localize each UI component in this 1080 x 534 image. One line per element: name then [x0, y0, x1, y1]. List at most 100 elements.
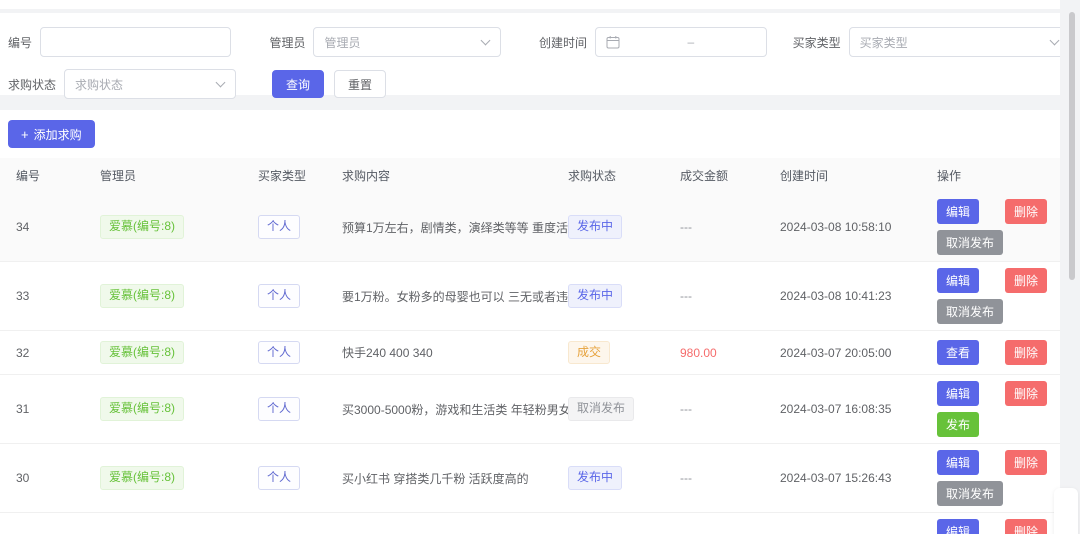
- delete-button[interactable]: 删除: [1005, 519, 1047, 534]
- col-header-admin: 管理员: [100, 158, 258, 193]
- view-button[interactable]: 查看: [937, 340, 979, 365]
- cell-actions: 编辑 删除取消发布: [937, 444, 1055, 512]
- admin-tag: 爱慕(编号:8): [100, 284, 184, 308]
- cell-created: 2024-03-07 16:08:35: [780, 396, 937, 422]
- col-header-created: 创建时间: [780, 158, 937, 193]
- cell-actions: 编辑 删除发布: [937, 375, 1055, 443]
- cell-actions: 编辑 删除取消发布: [937, 262, 1055, 330]
- cell-content: 预算1万左右，剧情类，演绎类等等 重度活跃...: [342, 213, 568, 242]
- floating-widget[interactable]: [1054, 488, 1078, 534]
- buyer-type-select[interactable]: 买家类型: [849, 27, 1070, 57]
- page-gutter: [1060, 0, 1080, 534]
- daterange-separator: –: [626, 35, 756, 49]
- cell-amount: 980.00: [680, 340, 780, 366]
- status-tag: 取消发布: [568, 397, 634, 421]
- col-header-content: 求购内容: [342, 158, 568, 193]
- unpublish-button[interactable]: 取消发布: [937, 299, 1003, 324]
- cell-created: 2024-03-08 10:58:10: [780, 214, 937, 240]
- created-daterange[interactable]: –: [595, 27, 767, 57]
- cell-created: 2024-03-07 15:26:43: [780, 465, 937, 491]
- number-input[interactable]: [41, 28, 230, 56]
- buyer-type-tag: 个人: [258, 284, 300, 308]
- table-body: 34 爱慕(编号:8) 个人 预算1万左右，剧情类，演绎类等等 重度活跃... …: [0, 193, 1060, 534]
- purchase-request-admin-page: 编号 管理员 管理员 创建时间 – 买家类型 买家类: [0, 0, 1080, 534]
- cell-actions: 编辑 删除取消发布: [937, 193, 1055, 261]
- status-select-placeholder: 求购状态: [75, 76, 123, 93]
- cell-amount: ---: [680, 396, 780, 422]
- unpublish-button[interactable]: 取消发布: [937, 481, 1003, 506]
- plus-icon: +: [21, 128, 29, 141]
- buyer-type-label: 买家类型: [793, 34, 841, 51]
- table-header: 编号 管理员 买家类型 求购内容 求购状态 成交金额 创建时间 操作: [0, 158, 1060, 193]
- cell-content: 快手240 400 340: [342, 338, 568, 367]
- buyer-type-tag: 个人: [258, 466, 300, 490]
- buyer-type-tag: 个人: [258, 215, 300, 239]
- delete-button[interactable]: 删除: [1005, 340, 1047, 365]
- edit-button[interactable]: 编辑: [937, 450, 979, 475]
- cell-actions: 查看 删除: [937, 334, 1055, 371]
- cell-amount: ---: [680, 465, 780, 491]
- top-strip: [0, 0, 1074, 9]
- number-label: 编号: [8, 34, 32, 51]
- status-tag: 发布中: [568, 215, 622, 239]
- cell-content: 买3000-5000粉，游戏和生活类 年轻粉男女平等: [342, 395, 568, 424]
- cell-content: 买小红书 穿搭类几千粉 活跃度高的: [342, 464, 568, 493]
- col-header-status: 求购状态: [568, 158, 680, 193]
- status-label: 求购状态: [8, 76, 56, 93]
- cell-content: 要1万粉。女粉多的母婴也可以 三无或者违规...: [342, 282, 568, 311]
- edit-button[interactable]: 编辑: [937, 268, 979, 293]
- toolbar: + 添加求购: [0, 118, 1060, 158]
- cell-actions: 编辑删除发布: [937, 513, 1055, 534]
- reset-button[interactable]: 重置: [334, 70, 386, 98]
- calendar-icon: [606, 35, 620, 49]
- edit-button[interactable]: 编辑: [937, 519, 979, 534]
- chevron-down-icon: [216, 78, 226, 88]
- cell-amount: ---: [680, 283, 780, 309]
- cell-id: 32: [16, 340, 100, 366]
- publish-button[interactable]: 发布: [937, 412, 979, 437]
- table-row: 30 爱慕(编号:8) 个人 买小红书 穿搭类几千粉 活跃度高的 发布中 ---…: [0, 444, 1060, 513]
- col-header-amount: 成交金额: [680, 158, 780, 193]
- cell-id: 31: [16, 396, 100, 422]
- admin-select[interactable]: 管理员: [313, 27, 501, 57]
- admin-tag: 爱慕(编号:8): [100, 466, 184, 490]
- col-header-buyer-type: 买家类型: [258, 158, 342, 193]
- admin-label: 管理员: [269, 34, 305, 51]
- delete-button[interactable]: 删除: [1005, 268, 1047, 293]
- scrollbar-thumb[interactable]: [1069, 12, 1075, 280]
- buyer-type-tag: 个人: [258, 341, 300, 365]
- search-button[interactable]: 查询: [272, 70, 324, 98]
- unpublish-button[interactable]: 取消发布: [937, 230, 1003, 255]
- cell-id: 33: [16, 283, 100, 309]
- content-panel: + 添加求购 编号 管理员 买家类型 求购内容 求购状态 成交金额 创建时间 操…: [0, 110, 1060, 534]
- add-purchase-button[interactable]: + 添加求购: [8, 120, 95, 148]
- created-label: 创建时间: [539, 34, 587, 51]
- status-tag: 成交: [568, 341, 610, 365]
- table-row: 29 自己人(编号:10) 个人 4到5w 情感号未实名的 复购客户 取消发布 …: [0, 513, 1060, 534]
- number-input-wrap: [40, 27, 231, 57]
- status-select[interactable]: 求购状态: [64, 69, 236, 99]
- cell-id: 30: [16, 465, 100, 491]
- chevron-down-icon: [481, 36, 491, 46]
- edit-button[interactable]: 编辑: [937, 381, 979, 406]
- delete-button[interactable]: 删除: [1005, 381, 1047, 406]
- filter-panel: 编号 管理员 管理员 创建时间 – 买家类型 买家类: [0, 13, 1070, 95]
- cell-amount: ---: [680, 214, 780, 240]
- col-header-id: 编号: [16, 158, 100, 193]
- cell-created: 2024-03-08 10:41:23: [780, 283, 937, 309]
- delete-button[interactable]: 删除: [1005, 450, 1047, 475]
- edit-button[interactable]: 编辑: [937, 199, 979, 224]
- buyer-type-select-placeholder: 买家类型: [860, 34, 908, 51]
- cell-id: 34: [16, 214, 100, 240]
- status-tag: 发布中: [568, 284, 622, 308]
- table-row: 33 爱慕(编号:8) 个人 要1万粉。女粉多的母婴也可以 三无或者违规... …: [0, 262, 1060, 331]
- admin-tag: 爱慕(编号:8): [100, 215, 184, 239]
- admin-tag: 爱慕(编号:8): [100, 341, 184, 365]
- col-header-actions: 操作: [937, 158, 1060, 193]
- cell-created: 2024-03-07 20:05:00: [780, 340, 937, 366]
- delete-button[interactable]: 删除: [1005, 199, 1047, 224]
- add-purchase-label: 添加求购: [34, 126, 82, 143]
- chevron-down-icon: [1050, 36, 1060, 46]
- status-tag: 发布中: [568, 466, 622, 490]
- admin-select-placeholder: 管理员: [324, 34, 360, 51]
